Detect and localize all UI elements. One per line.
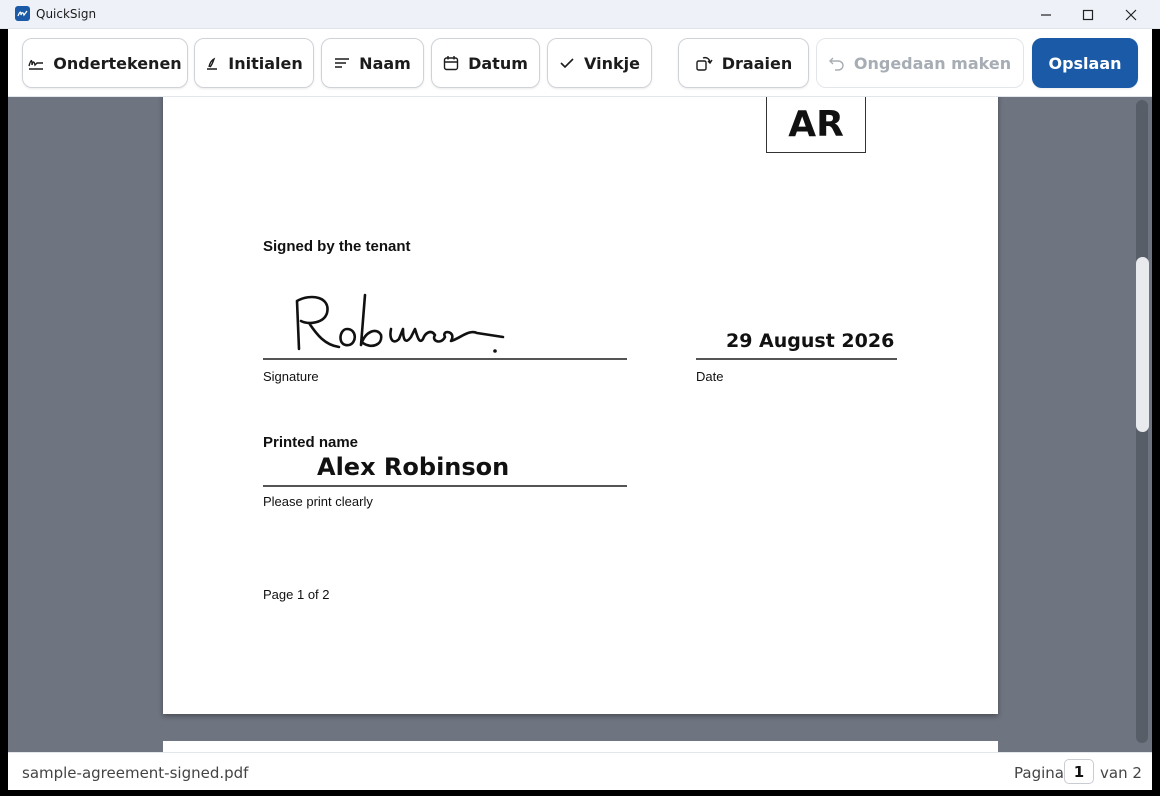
undo-icon [828,57,844,71]
checkmark-icon [560,58,574,69]
initials-button[interactable]: Initialen [194,38,314,88]
page-label: Pagina [1014,764,1064,782]
date-value[interactable]: 29 August 2026 [726,330,894,352]
pdf-page: AR Signed by the tenant Signature 29 Aug… [163,97,998,714]
pdf-page-next [163,741,998,752]
toolbar: Ondertekenen Initialen Naam Datum Vinkje… [8,29,1152,97]
status-bar: sample-agreement-signed.pdf Pagina 1 van… [8,752,1152,790]
page-footer: Page 1 of 2 [263,587,330,602]
sign-button[interactable]: Ondertekenen [22,38,188,88]
signed-heading: Signed by the tenant [263,238,411,255]
name-button[interactable]: Naam [321,38,424,88]
close-icon [1125,9,1137,20]
scrollbar-thumb[interactable] [1136,257,1149,432]
checkmark-button-label: Vinkje [584,53,640,73]
rotate-button[interactable]: Draaien [678,38,809,88]
calendar-icon [443,56,459,71]
undo-button-label: Ongedaan maken [853,53,1012,73]
printed-name-line [263,485,627,487]
date-button-label: Datum [468,53,528,73]
signature-drawing[interactable] [291,289,511,355]
signature-icon [28,59,44,70]
save-button-label: Opslaan [1048,53,1122,73]
printed-name-caption: Please print clearly [263,494,373,509]
maximize-icon [1082,9,1094,20]
close-button[interactable] [1109,0,1153,29]
minimize-button[interactable] [1024,0,1068,29]
title-bar: QuickSign [0,0,1160,29]
initials-button-label: Initialen [228,53,303,73]
name-button-label: Naam [359,53,411,73]
rotate-icon [696,56,713,71]
date-line [696,358,897,360]
undo-button[interactable]: Ongedaan maken [816,38,1024,88]
app-logo-icon [15,6,30,21]
window-title: QuickSign [36,7,97,21]
initials-stamp[interactable]: AR [766,97,866,153]
initials-icon [207,57,218,70]
file-name: sample-agreement-signed.pdf [22,764,249,782]
printed-name-value[interactable]: Alex Robinson [317,453,509,481]
page-total-label: van 2 [1100,764,1142,782]
save-button[interactable]: Opslaan [1032,38,1138,88]
page-number-input[interactable]: 1 [1064,759,1094,784]
checkmark-button[interactable]: Vinkje [547,38,652,88]
minimize-icon [1041,13,1051,16]
rotate-button-label: Draaien [721,53,793,73]
date-button[interactable]: Datum [431,38,540,88]
signature-line [263,358,627,360]
maximize-button[interactable] [1066,0,1110,29]
signature-caption: Signature [263,369,319,384]
sign-button-label: Ondertekenen [53,53,182,73]
text-lines-icon [335,58,350,68]
date-caption: Date [696,369,724,384]
printed-name-heading: Printed name [263,434,359,451]
document-viewer[interactable]: AR Signed by the tenant Signature 29 Aug… [8,97,1152,752]
